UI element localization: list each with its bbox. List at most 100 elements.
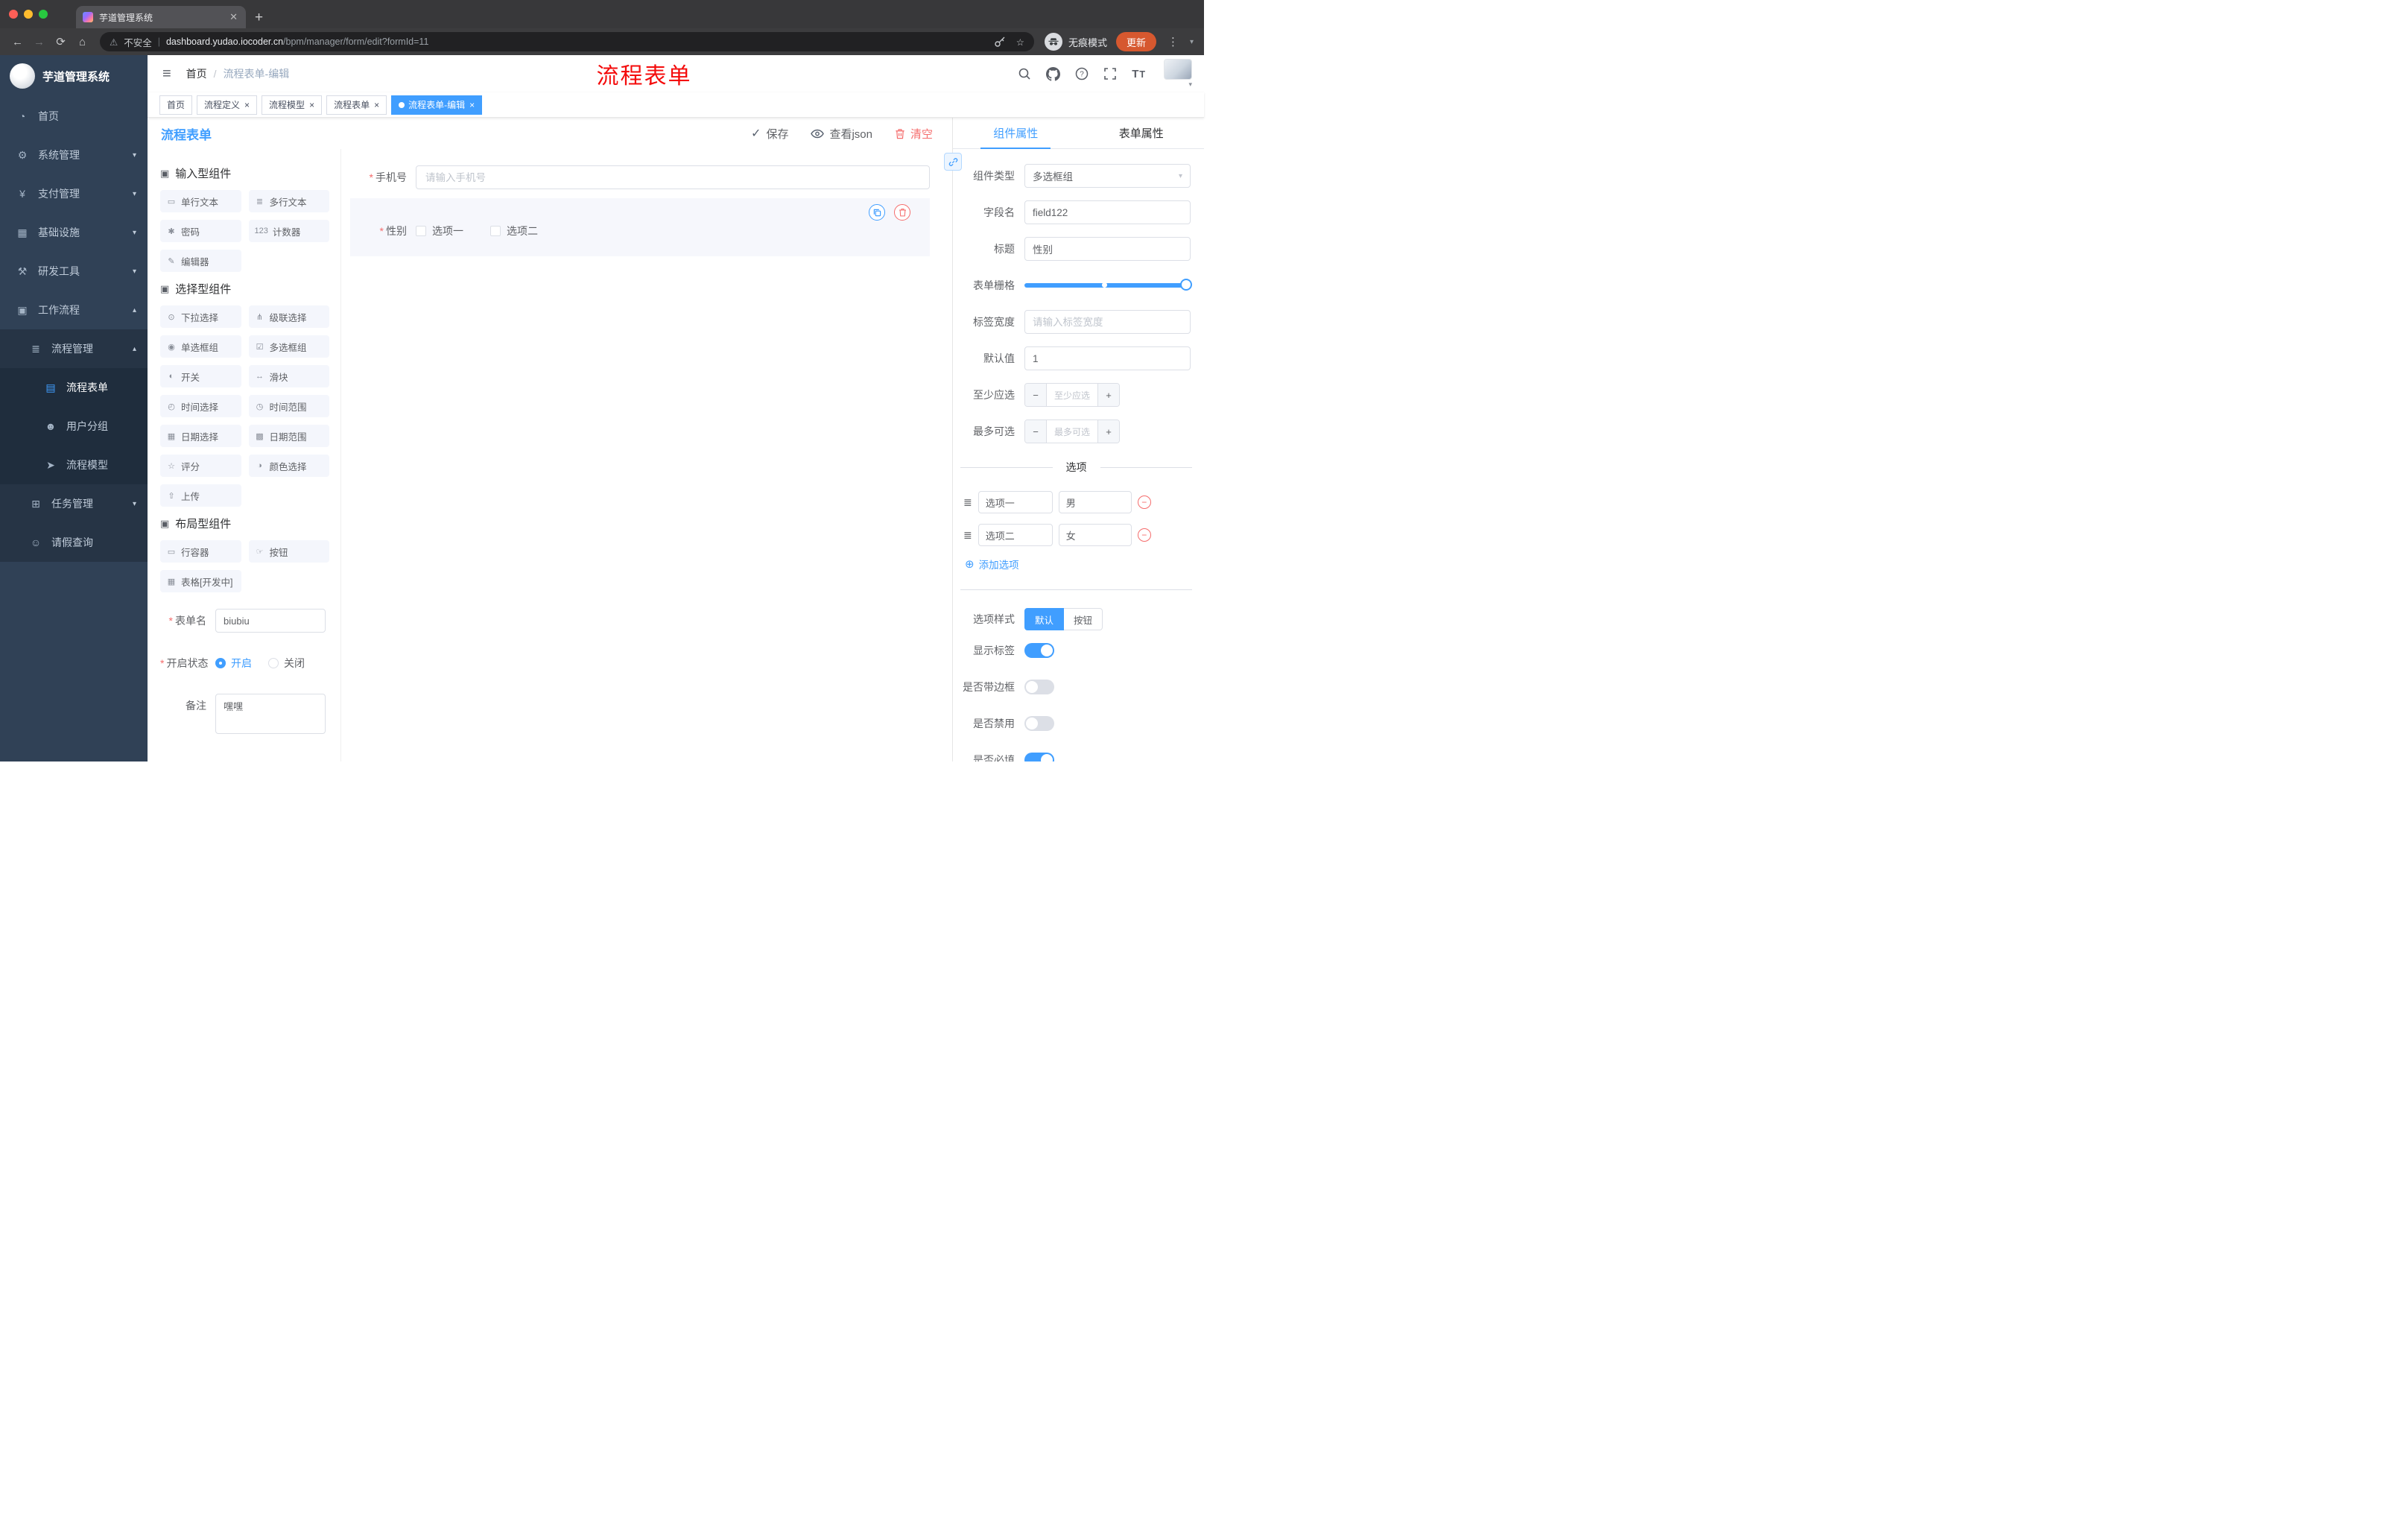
browser-tab[interactable]: 芋道管理系统 ✕ <box>76 6 246 28</box>
stepper-plus-button[interactable]: + <box>1097 384 1119 406</box>
palette-component-chip[interactable]: ◴ 时间选择 <box>160 395 241 417</box>
sidebar-item-4[interactable]: ⚒ 研发工具 ▾ <box>0 252 148 291</box>
palette-component-chip[interactable]: ⊙ 下拉选择 <box>160 305 241 328</box>
delete-component-button[interactable] <box>894 204 910 221</box>
palette-component-chip[interactable]: ▦ 表格[开发中] <box>160 570 241 592</box>
clear-button[interactable]: 清空 <box>895 126 933 142</box>
key-icon[interactable] <box>994 36 1006 48</box>
palette-component-chip[interactable]: ▦ 日期选择 <box>160 425 241 447</box>
search-icon[interactable] <box>1018 67 1031 80</box>
save-button[interactable]: ✓ 保存 <box>751 126 788 142</box>
user-menu[interactable]: ▾ <box>1164 59 1192 89</box>
palette-component-chip[interactable]: ☆ 评分 <box>160 455 241 477</box>
palette-component-chip[interactable]: ↔ 滑块 <box>248 365 329 387</box>
remove-option-button[interactable]: − <box>1137 495 1151 509</box>
close-icon[interactable]: × <box>244 101 250 110</box>
palette-component-chip[interactable]: ◐ 开关 <box>160 365 241 387</box>
palette-component-chip[interactable]: ☑ 多选框组 <box>248 335 329 358</box>
tab-close-icon[interactable]: ✕ <box>228 11 239 23</box>
menu-fold-icon[interactable]: ≡ <box>159 66 174 83</box>
slider-track[interactable] <box>1024 279 1192 291</box>
option-value-input[interactable] <box>1058 491 1132 513</box>
back-icon[interactable]: ← <box>7 32 28 52</box>
fullscreen-icon[interactable] <box>1103 67 1117 80</box>
new-tab-button[interactable]: + <box>255 10 263 25</box>
browser-menu-icon[interactable]: ⋮ <box>1165 35 1181 48</box>
stepper-plus-button[interactable]: + <box>1097 420 1119 443</box>
sidebar-item-1[interactable]: ⚙ 系统管理 ▾ <box>0 136 148 174</box>
stepper-minus-button[interactable]: − <box>1025 420 1047 443</box>
palette-component-chip[interactable]: ⋔ 级联选择 <box>248 305 329 328</box>
window-zoom-button[interactable] <box>39 10 48 19</box>
breadcrumb-home[interactable]: 首页 <box>186 66 207 81</box>
style-default-button[interactable]: 默认 <box>1024 608 1065 630</box>
palette-component-chip[interactable]: ◉ 单选框组 <box>160 335 241 358</box>
field-name-input[interactable] <box>1024 200 1191 224</box>
add-option-button[interactable]: ⊕ 添加选项 <box>965 557 1204 571</box>
forward-icon[interactable]: → <box>29 32 49 52</box>
help-icon[interactable]: ? <box>1075 67 1089 80</box>
component-type-select[interactable]: 多选框组 ▾ <box>1024 164 1191 188</box>
option-label-input[interactable] <box>978 491 1053 513</box>
tag-3[interactable]: 流程表单 × <box>326 95 387 115</box>
remove-option-button[interactable]: − <box>1137 528 1151 542</box>
title-input[interactable] <box>1024 237 1191 261</box>
sidebar-item-11[interactable]: ☺ 请假查询 <box>0 523 148 562</box>
style-button-button[interactable]: 按钮 <box>1064 608 1103 630</box>
status-radio-on[interactable]: 开启 <box>215 656 252 671</box>
slider-handle[interactable] <box>1180 279 1192 291</box>
tag-4[interactable]: 流程表单-编辑 × <box>391 95 483 115</box>
drag-handle-icon[interactable]: ≣ <box>963 496 972 509</box>
close-icon[interactable]: × <box>469 101 475 110</box>
drag-handle-icon[interactable]: ≣ <box>963 529 972 542</box>
close-icon[interactable]: × <box>308 101 314 110</box>
palette-component-chip[interactable]: ✱ 密码 <box>160 220 241 242</box>
palette-component-chip[interactable]: ▭ 单行文本 <box>160 190 241 212</box>
toggle-switch[interactable] <box>1024 716 1054 731</box>
palette-component-chip[interactable]: ⇧ 上传 <box>160 484 241 507</box>
toggle-switch[interactable] <box>1024 753 1054 762</box>
tag-1[interactable]: 流程定义 × <box>197 95 258 115</box>
sidebar-logo[interactable]: 芋道管理系统 <box>0 55 148 97</box>
tab-form-props[interactable]: 表单属性 <box>1079 118 1205 148</box>
bookmark-star-icon[interactable]: ☆ <box>1016 37 1024 48</box>
link-icon[interactable] <box>944 153 962 171</box>
min-select-value[interactable]: 至少应选 <box>1047 384 1097 406</box>
font-size-icon[interactable]: TT <box>1132 68 1146 80</box>
address-bar[interactable]: ⚠ 不安全 | dashboard.yudao.iocoder.cn/bpm/m… <box>100 32 1034 51</box>
form-remark-textarea[interactable]: 嘿嘿 <box>215 694 326 734</box>
palette-component-chip[interactable]: ▩ 日期范围 <box>248 425 329 447</box>
reload-icon[interactable]: ⟳ <box>51 32 71 52</box>
tab-component-props[interactable]: 组件属性 <box>953 118 1079 149</box>
stepper-minus-button[interactable]: − <box>1025 384 1047 406</box>
palette-component-chip[interactable]: ▭ 行容器 <box>160 540 241 563</box>
home-icon[interactable]: ⌂ <box>72 32 92 52</box>
option-label-input[interactable] <box>978 524 1053 546</box>
update-button[interactable]: 更新 <box>1115 32 1156 51</box>
sidebar-item-10[interactable]: ⊞ 任务管理 ▾ <box>0 484 148 523</box>
toggle-switch[interactable] <box>1024 643 1054 658</box>
status-radio-off[interactable]: 关闭 <box>268 656 305 671</box>
max-select-value[interactable]: 最多可选 <box>1047 420 1097 443</box>
palette-component-chip[interactable]: ◑ 颜色选择 <box>248 455 329 477</box>
github-icon[interactable] <box>1046 66 1061 81</box>
sidebar-item-6[interactable]: ≣ 流程管理 ▴ <box>0 329 148 368</box>
sidebar-item-9[interactable]: ➤ 流程模型 <box>0 446 148 484</box>
canvas-field-gender[interactable]: * 性别 选项一 选项二 <box>350 198 930 256</box>
form-name-input[interactable] <box>215 609 326 633</box>
phone-field-input[interactable] <box>416 165 930 189</box>
palette-component-chip[interactable]: ☞ 按钮 <box>248 540 329 563</box>
tag-0[interactable]: 首页 <box>159 95 193 115</box>
toggle-switch[interactable] <box>1024 680 1054 694</box>
sidebar-item-7[interactable]: ▤ 流程表单 <box>0 368 148 407</box>
sidebar-item-8[interactable]: ☻ 用户分组 <box>0 407 148 446</box>
user-avatar[interactable] <box>1164 59 1192 80</box>
copy-component-button[interactable] <box>869 204 885 221</box>
palette-component-chip[interactable]: ✎ 编辑器 <box>160 250 241 272</box>
sidebar-item-3[interactable]: ▦ 基础设施 ▾ <box>0 213 148 252</box>
default-value-input[interactable] <box>1024 346 1191 370</box>
grid-slider[interactable] <box>1024 273 1192 297</box>
sidebar-item-2[interactable]: ¥ 支付管理 ▾ <box>0 174 148 213</box>
label-width-input[interactable] <box>1024 310 1191 334</box>
gender-option-1[interactable]: 选项一 <box>416 224 463 238</box>
